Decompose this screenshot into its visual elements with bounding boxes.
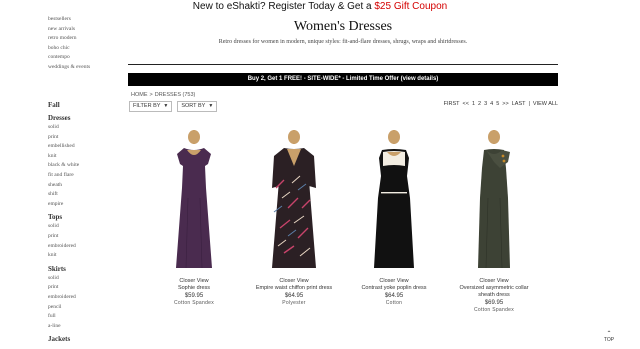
sidebar-item-skirts-solid[interactable]: solid xyxy=(48,274,123,284)
product-fabric: Polyester xyxy=(282,300,306,306)
page-title: Women's Dresses xyxy=(293,19,393,34)
product-price: $64.95 xyxy=(384,293,404,299)
sidebar-item-dresses-fit-flare[interactable]: fit and flare xyxy=(48,171,123,181)
sidebar-heading-fall[interactable]: Fall xyxy=(48,100,123,110)
product-fabric: Cotton xyxy=(385,300,403,306)
pager-page-5[interactable]: 5 xyxy=(496,101,499,107)
sort-by-label: SORT BY xyxy=(181,103,206,109)
sort-by-select[interactable]: SORT BY ▼ xyxy=(177,101,218,112)
chevron-down-icon: ▼ xyxy=(208,103,214,109)
product-card[interactable]: Closer View Empire waist chiffon print d… xyxy=(254,128,334,307)
product-price: $64.95 xyxy=(284,293,304,299)
back-to-top-button[interactable]: ⌃ TOP xyxy=(602,331,616,343)
product-name[interactable]: Oversized asymmetric collar sheath dress xyxy=(454,285,534,299)
breadcrumb-home[interactable]: HOME xyxy=(131,92,148,98)
product-card[interactable]: Closer View Oversized asymmetric collar … xyxy=(454,128,534,314)
product-image[interactable] xyxy=(354,128,434,276)
sidebar-item-skirts-embroidered[interactable]: embroidered xyxy=(48,293,123,303)
breadcrumb-current: DRESSES (753) xyxy=(154,92,196,98)
sidebar-item-dresses-embellished[interactable]: embellished xyxy=(48,142,123,152)
nav-contempo[interactable]: contempo xyxy=(48,53,128,63)
sidebar-heading-jackets[interactable]: Jackets xyxy=(48,334,123,344)
top-nav: bestsellers new arrivals retro modern bo… xyxy=(48,15,128,73)
product-card[interactable]: Closer View Contrast yoke poplin dress $… xyxy=(354,128,434,307)
promo-text: New to eShakti? Register Today & Get a xyxy=(192,1,375,12)
product-name[interactable]: Contrast yoke poplin dress xyxy=(354,285,434,292)
sidebar-item-skirts-full[interactable]: full xyxy=(48,312,123,322)
nav-new-arrivals[interactable]: new arrivals xyxy=(48,25,128,35)
closer-view-link[interactable]: Closer View xyxy=(154,278,234,285)
pager-first[interactable]: FIRST xyxy=(444,101,460,107)
breadcrumb-separator: > xyxy=(149,92,153,98)
closer-view-link[interactable]: Closer View xyxy=(454,278,534,285)
product-name[interactable]: Sophie dress xyxy=(154,285,234,292)
pager-next[interactable]: >> xyxy=(502,101,508,107)
nav-bestsellers[interactable]: bestsellers xyxy=(48,15,128,25)
pager-last[interactable]: LAST xyxy=(512,101,526,107)
product-image[interactable] xyxy=(154,128,234,276)
promo-banner[interactable]: New to eShakti? Register Today & Get a $… xyxy=(0,0,640,13)
pager-page-2[interactable]: 2 xyxy=(478,101,481,107)
sidebar-item-dresses-sheath[interactable]: sheath xyxy=(48,181,123,191)
closer-view-link[interactable]: Closer View xyxy=(354,278,434,285)
sidebar-item-dresses-print[interactable]: print xyxy=(48,133,123,143)
sidebar-item-dresses-knit[interactable]: knit xyxy=(48,152,123,162)
product-fabric: Cotton Spandex xyxy=(473,307,515,313)
category-sidebar: Fall Dresses solid print embellished kni… xyxy=(48,97,123,344)
pager-prev[interactable]: << xyxy=(463,101,469,107)
nav-weddings-events[interactable]: weddings & events xyxy=(48,63,128,73)
product-price: $59.95 xyxy=(184,293,204,299)
product-name[interactable]: Empire waist chiffon print dress xyxy=(254,285,334,292)
divider xyxy=(128,64,558,65)
filter-sort-bar: FILTER BY ▼ SORT BY ▼ xyxy=(129,101,218,112)
sidebar-heading-tops[interactable]: Tops xyxy=(48,212,123,222)
sidebar-item-dresses-empire[interactable]: empire xyxy=(48,200,123,210)
pager-view-all[interactable]: VIEW ALL xyxy=(533,101,558,107)
offer-banner[interactable]: Buy 2, Get 1 FREE! - SITE-WIDE* - Limite… xyxy=(128,73,558,86)
nav-boho-chic[interactable]: boho chic xyxy=(48,44,128,54)
product-card[interactable]: Closer View Sophie dress $59.95 Cotton S… xyxy=(154,128,234,307)
pager-page-4[interactable]: 4 xyxy=(490,101,493,107)
pager-page-1[interactable]: 1 xyxy=(472,101,475,107)
pager-divider: | xyxy=(528,101,530,107)
sidebar-item-dresses-black-white[interactable]: black & white xyxy=(48,161,123,171)
product-image[interactable] xyxy=(454,128,534,276)
sidebar-item-tops-embroidered[interactable]: embroidered xyxy=(48,242,123,252)
product-image[interactable] xyxy=(254,128,334,276)
sidebar-item-dresses-shift[interactable]: shift xyxy=(48,190,123,200)
sidebar-item-tops-print[interactable]: print xyxy=(48,232,123,242)
chevron-down-icon: ▼ xyxy=(163,103,169,109)
filter-by-select[interactable]: FILTER BY ▼ xyxy=(129,101,173,112)
sidebar-item-tops-knit[interactable]: knit xyxy=(48,251,123,261)
back-to-top-label: TOP xyxy=(603,337,615,343)
breadcrumb: HOME > DRESSES (753) xyxy=(131,92,195,98)
nav-retro-modern[interactable]: retro modern xyxy=(48,34,128,44)
sidebar-item-skirts-print[interactable]: print xyxy=(48,283,123,293)
sidebar-heading-skirts[interactable]: Skirts xyxy=(48,264,123,274)
closer-view-link[interactable]: Closer View xyxy=(254,278,334,285)
filter-by-label: FILTER BY xyxy=(133,103,161,109)
pager-page-3[interactable]: 3 xyxy=(484,101,487,107)
page-subtitle: Retro dresses for women in modern, uniqu… xyxy=(218,39,468,45)
product-price: $69.95 xyxy=(484,300,504,306)
sidebar-heading-dresses[interactable]: Dresses xyxy=(48,113,123,123)
sidebar-item-skirts-a-line[interactable]: a-line xyxy=(48,322,123,332)
sidebar-item-dresses-solid[interactable]: solid xyxy=(48,123,123,133)
pagination: FIRST << 1 2 3 4 5 >> LAST | VIEW ALL xyxy=(444,101,558,107)
promo-coupon[interactable]: $25 Gift Coupon xyxy=(374,1,447,12)
product-fabric: Cotton Spandex xyxy=(173,300,215,306)
sidebar-item-tops-solid[interactable]: solid xyxy=(48,222,123,232)
sidebar-item-skirts-pencil[interactable]: pencil xyxy=(48,303,123,313)
